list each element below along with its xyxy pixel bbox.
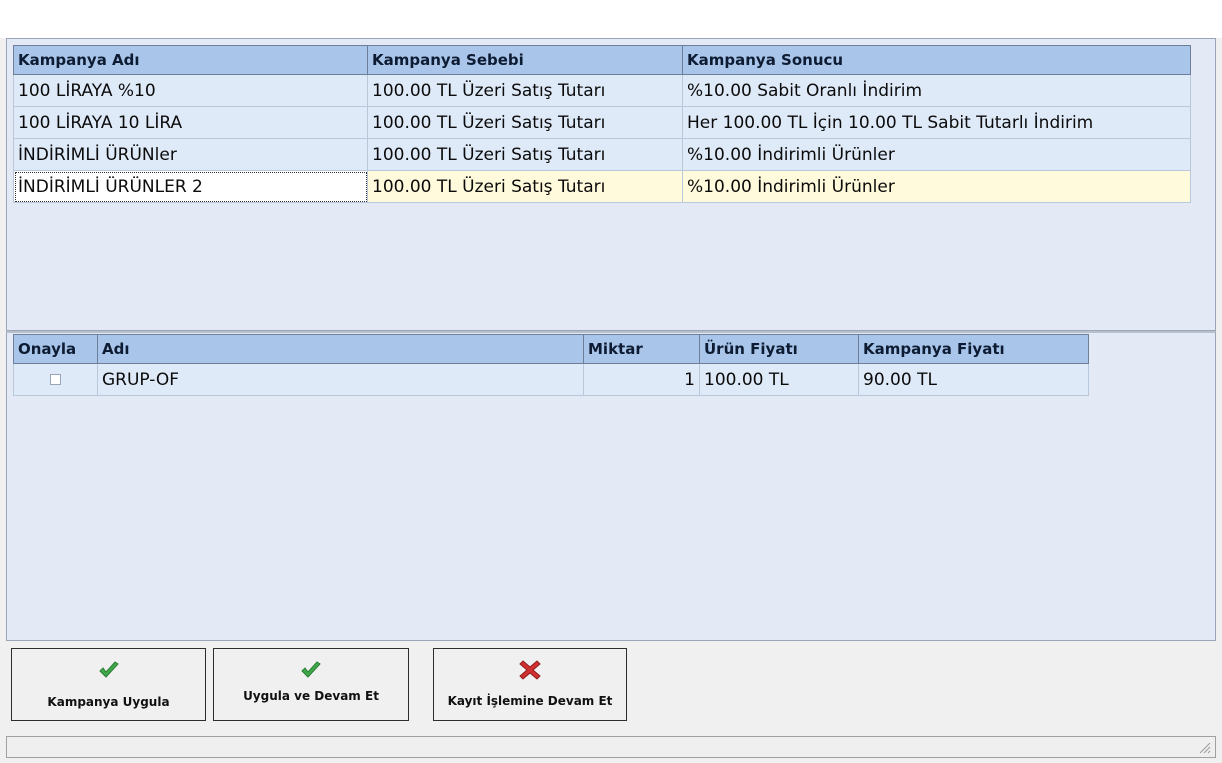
column-header-quantity[interactable]: Miktar <box>583 334 700 364</box>
product-grid-header: Onayla Adı Miktar Ürün Fiyatı Kampanya F… <box>13 334 1089 364</box>
campaign-row[interactable]: 100 LİRAYA %10 100.00 TL Üzeri Satış Tut… <box>13 74 1191 107</box>
column-header-name[interactable]: Adı <box>97 334 584 364</box>
continue-record-label: Kayıt İşlemine Devam Et <box>447 694 613 708</box>
campaign-reason-cell[interactable]: 100.00 TL Üzeri Satış Tutarı <box>367 106 683 139</box>
apply-campaign-button[interactable]: Kampanya Uygula <box>11 648 206 721</box>
apply-and-continue-label: Uygula ve Devam Et <box>243 689 379 703</box>
campaign-name-cell[interactable]: 100 LİRAYA %10 <box>13 74 368 107</box>
column-header-campaign-price[interactable]: Kampanya Fiyatı <box>858 334 1089 364</box>
title-bar <box>0 0 1222 38</box>
campaign-name-cell[interactable]: İNDİRİMLİ ÜRÜNLER 2 <box>13 170 368 203</box>
campaign-row[interactable]: İNDİRİMLİ ÜRÜNler 100.00 TL Üzeri Satış … <box>13 138 1191 171</box>
campaign-name-cell[interactable]: 100 LİRAYA 10 LİRA <box>13 106 368 139</box>
product-name-cell[interactable]: GRUP-OF <box>97 363 584 396</box>
campaign-result-cell[interactable]: Her 100.00 TL İçin 10.00 TL Sabit Tutarl… <box>682 106 1191 139</box>
campaign-grid-header: Kampanya Adı Kampanya Sebebi Kampanya So… <box>13 45 1191 75</box>
quantity-cell[interactable]: 1 <box>583 363 700 396</box>
campaign-name-cell[interactable]: İNDİRİMLİ ÜRÜNler <box>13 138 368 171</box>
product-price-cell[interactable]: 100.00 TL <box>699 363 859 396</box>
product-grid-panel: Onayla Adı Miktar Ürün Fiyatı Kampanya F… <box>6 331 1216 641</box>
campaign-dialog: Kampanya Adı Kampanya Sebebi Kampanya So… <box>0 0 1222 763</box>
column-header-campaign-reason[interactable]: Kampanya Sebebi <box>367 45 683 75</box>
campaign-reason-cell[interactable]: 100.00 TL Üzeri Satış Tutarı <box>367 74 683 107</box>
campaign-row[interactable]: 100 LİRAYA 10 LİRA 100.00 TL Üzeri Satış… <box>13 106 1191 139</box>
campaign-reason-cell[interactable]: 100.00 TL Üzeri Satış Tutarı <box>367 170 683 203</box>
column-header-campaign-name[interactable]: Kampanya Adı <box>13 45 368 75</box>
campaign-row-selected[interactable]: İNDİRİMLİ ÜRÜNLER 2 100.00 TL Üzeri Satı… <box>13 170 1191 203</box>
campaign-grid: Kampanya Adı Kampanya Sebebi Kampanya So… <box>13 45 1191 203</box>
campaign-grid-panel: Kampanya Adı Kampanya Sebebi Kampanya So… <box>6 38 1216 331</box>
continue-record-button[interactable]: Kayıt İşlemine Devam Et <box>433 648 627 721</box>
product-grid: Onayla Adı Miktar Ürün Fiyatı Kampanya F… <box>13 334 1089 396</box>
approve-checkbox[interactable] <box>50 374 61 385</box>
product-row[interactable]: GRUP-OF 1 100.00 TL 90.00 TL <box>13 363 1089 396</box>
green-check-icon <box>98 661 119 678</box>
apply-campaign-label: Kampanya Uygula <box>47 695 170 709</box>
column-header-campaign-result[interactable]: Kampanya Sonucu <box>682 45 1191 75</box>
green-check-icon <box>301 661 321 678</box>
campaign-result-cell[interactable]: %10.00 İndirimli Ürünler <box>682 138 1191 171</box>
status-bar <box>6 736 1216 758</box>
red-x-icon <box>519 660 541 680</box>
campaign-result-cell[interactable]: %10.00 İndirimli Ürünler <box>682 170 1191 203</box>
column-header-product-price[interactable]: Ürün Fiyatı <box>699 334 859 364</box>
resize-grip-icon[interactable] <box>1197 740 1211 754</box>
apply-and-continue-button[interactable]: Uygula ve Devam Et <box>213 648 409 721</box>
campaign-result-cell[interactable]: %10.00 Sabit Oranlı İndirim <box>682 74 1191 107</box>
column-header-approve[interactable]: Onayla <box>13 334 98 364</box>
campaign-price-cell[interactable]: 90.00 TL <box>858 363 1089 396</box>
campaign-reason-cell[interactable]: 100.00 TL Üzeri Satış Tutarı <box>367 138 683 171</box>
approve-cell[interactable] <box>13 363 98 396</box>
